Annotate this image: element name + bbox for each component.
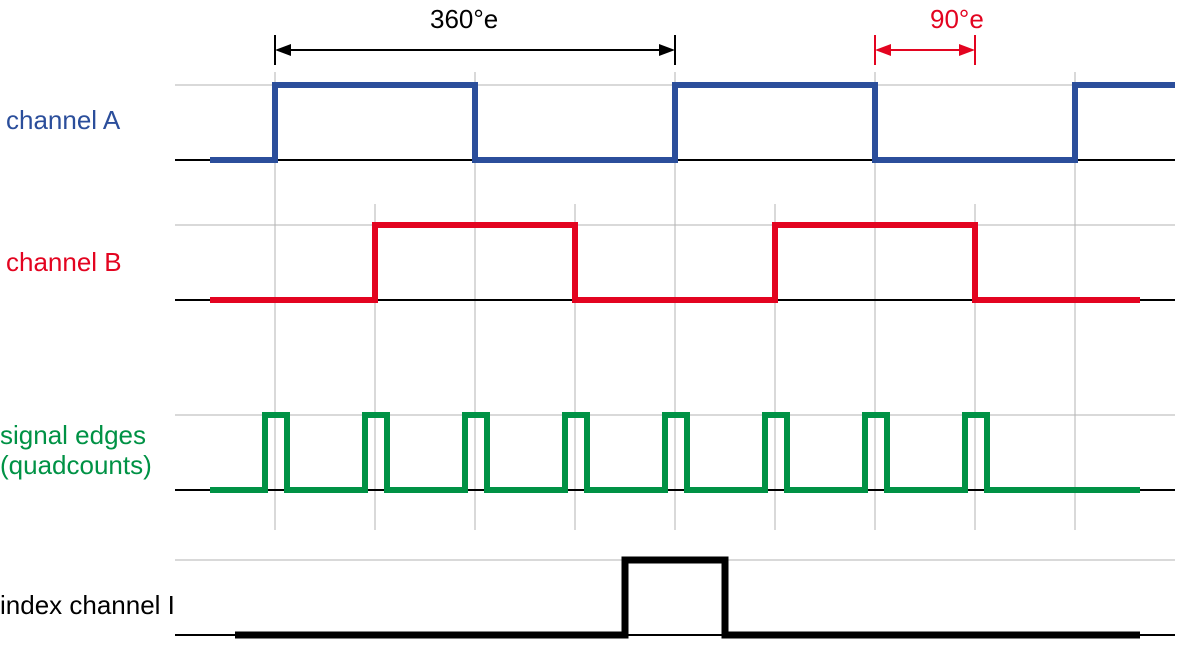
waveform-channel-a xyxy=(210,85,1175,160)
dimension-90e xyxy=(875,35,975,65)
dimension-360e xyxy=(275,35,675,65)
waveform-index xyxy=(235,560,1140,635)
row-index-channel xyxy=(175,560,1175,635)
encoder-timing-diagram: channel A channel B signal edges (quadco… xyxy=(0,0,1177,665)
row-channel-a xyxy=(175,85,1175,160)
waveform-svg xyxy=(0,0,1177,665)
